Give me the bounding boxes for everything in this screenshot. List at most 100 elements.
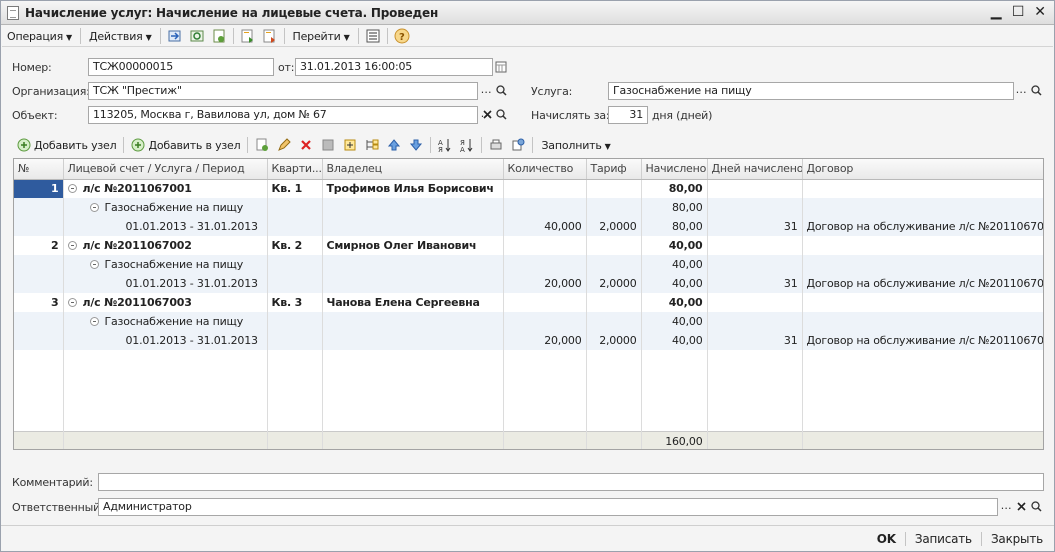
save-button[interactable]: Записать — [912, 532, 975, 546]
collapse-icon[interactable] — [89, 203, 99, 212]
move-down-icon[interactable] — [407, 136, 425, 154]
empty-space — [14, 350, 1043, 431]
search-icon[interactable] — [494, 106, 508, 124]
sort-desc-icon[interactable]: ЯA — [458, 136, 476, 154]
edit-icon[interactable] — [275, 136, 293, 154]
table-row[interactable]: Газоснабжение на пищу 40,00 — [14, 312, 1043, 331]
qty-cell — [503, 179, 587, 198]
column-header[interactable]: Начислено — [641, 159, 708, 180]
delete-icon[interactable] — [297, 136, 315, 154]
tariff-cell: 2,0000 — [586, 217, 642, 236]
select-button[interactable]: … — [1014, 82, 1028, 100]
object-field[interactable]: 113205, Москва г, Вавилова ул, дом № 67 — [88, 106, 478, 124]
dropdown-arrow-icon: ▼ — [66, 32, 72, 42]
column-header[interactable]: Кварти... — [267, 159, 323, 180]
add-in-node-button[interactable]: Добавить в узел — [127, 136, 244, 154]
column-header[interactable]: № — [14, 159, 64, 180]
structure-icon[interactable] — [261, 27, 279, 45]
owner-cell — [322, 331, 504, 350]
footer-cell — [322, 430, 504, 449]
accruals-table[interactable]: № Лицевой счет / Услуга / Период Кварти.… — [13, 158, 1044, 450]
service-label: Услуга: — [531, 85, 573, 98]
column-header[interactable]: Лицевой счет / Услуга / Период — [63, 159, 268, 180]
add-node-button[interactable]: Добавить узел — [13, 136, 120, 154]
hierarchy-icon[interactable] — [363, 136, 381, 154]
fill-menu[interactable]: Заполнить ▼ — [536, 136, 615, 155]
owner-cell: Чанова Елена Сергеевна — [322, 293, 504, 312]
collapse-icon[interactable] — [67, 184, 77, 194]
close-window-button[interactable]: ✕ — [1032, 4, 1048, 20]
owner-cell — [322, 198, 504, 217]
search-icon[interactable] — [1029, 498, 1043, 516]
create-based-on-icon[interactable] — [239, 27, 257, 45]
table-row[interactable]: Газоснабжение на пищу 40,00 — [14, 255, 1043, 274]
qty-cell: 40,000 — [503, 217, 587, 236]
column-header[interactable]: Дней начислено — [707, 159, 803, 180]
sum-cell: 40,00 — [641, 274, 708, 293]
service-name: Газоснабжение на пищу — [104, 201, 244, 214]
empty-cell — [14, 350, 64, 431]
row-number: 3 — [14, 293, 64, 312]
responsible-field[interactable]: Администратор — [98, 498, 998, 516]
sum-cell: 80,00 — [641, 198, 708, 217]
copy-document-icon[interactable] — [210, 27, 228, 45]
table-row[interactable]: 01.01.2013 - 31.01.2013 40,000 2,0000 80… — [14, 217, 1043, 236]
column-header[interactable]: Владелец — [322, 159, 504, 180]
column-header[interactable]: Договор — [802, 159, 1043, 180]
collapse-icon[interactable] — [89, 317, 99, 326]
clear-icon[interactable] — [1014, 498, 1028, 516]
collapse-icon[interactable] — [67, 298, 77, 307]
collapse-icon[interactable] — [67, 241, 77, 250]
number-field[interactable]: ТСЖ00000015 — [88, 58, 274, 76]
table-row[interactable]: 1 л/с №2011067001 Кв. 1 Трофимов Илья Бо… — [14, 179, 1043, 198]
add-group-icon[interactable] — [341, 136, 359, 154]
days-cell — [707, 198, 803, 217]
comment-field[interactable] — [98, 473, 1044, 491]
accrue-days-field[interactable]: 31 — [608, 106, 648, 124]
search-icon[interactable] — [494, 82, 508, 100]
end-edit-icon[interactable] — [319, 136, 337, 154]
add-row-icon[interactable] — [253, 136, 271, 154]
service-field[interactable]: Газоснабжение на пищу — [608, 82, 1014, 100]
owner-cell — [322, 255, 504, 274]
flat-cell — [267, 198, 323, 217]
table-row[interactable]: 2 л/с №2011067002 Кв. 2 Смирнов Олег Ива… — [14, 236, 1043, 255]
refresh-icon[interactable] — [188, 27, 206, 45]
table-row[interactable]: Газоснабжение на пищу 80,00 — [14, 198, 1043, 217]
move-up-icon[interactable] — [385, 136, 403, 154]
column-header[interactable]: Тариф — [586, 159, 642, 180]
owner-cell: Смирнов Олег Иванович — [322, 236, 504, 255]
sort-asc-icon[interactable]: AЯ — [436, 136, 454, 154]
empty-cell — [63, 350, 268, 431]
row-number — [14, 255, 64, 274]
close-button[interactable]: Закрыть — [988, 532, 1046, 546]
search-icon[interactable] — [1029, 82, 1043, 100]
select-button[interactable]: … — [999, 498, 1013, 516]
select-button[interactable]: … — [479, 82, 493, 100]
table-row[interactable]: 01.01.2013 - 31.01.2013 20,000 2,0000 40… — [14, 331, 1043, 350]
settings-icon[interactable] — [509, 136, 527, 154]
collapse-icon[interactable] — [89, 260, 99, 269]
goto-menu[interactable]: Перейти ▼ — [288, 27, 355, 46]
minimize-button[interactable]: ▁ — [988, 4, 1004, 20]
table-row[interactable]: 3 л/с №2011067003 Кв. 3 Чанова Елена Сер… — [14, 293, 1043, 312]
operation-menu[interactable]: Операция ▼ — [2, 27, 77, 46]
date-field[interactable]: 31.01.2013 16:00:05 — [295, 58, 493, 76]
table-row[interactable]: 01.01.2013 - 31.01.2013 20,000 2,0000 40… — [14, 274, 1043, 293]
list-icon[interactable] — [364, 27, 382, 45]
calendar-icon[interactable] — [494, 58, 508, 76]
flat-cell — [267, 312, 323, 331]
row-number: 1 — [14, 179, 64, 198]
maximize-button[interactable]: ☐ — [1010, 4, 1026, 20]
clear-icon[interactable] — [481, 106, 494, 124]
days-cell — [707, 255, 803, 274]
empty-cell — [707, 350, 803, 431]
organization-field[interactable]: ТСЖ "Престиж" — [88, 82, 478, 100]
ok-button[interactable]: OK — [874, 532, 899, 546]
column-header[interactable]: Количество — [503, 159, 587, 180]
help-icon[interactable]: ? — [393, 27, 411, 45]
tariff-cell: 2,0000 — [586, 331, 642, 350]
print-icon[interactable] — [487, 136, 505, 154]
post-document-icon[interactable] — [166, 27, 184, 45]
actions-menu[interactable]: Действия ▼ — [84, 27, 157, 46]
